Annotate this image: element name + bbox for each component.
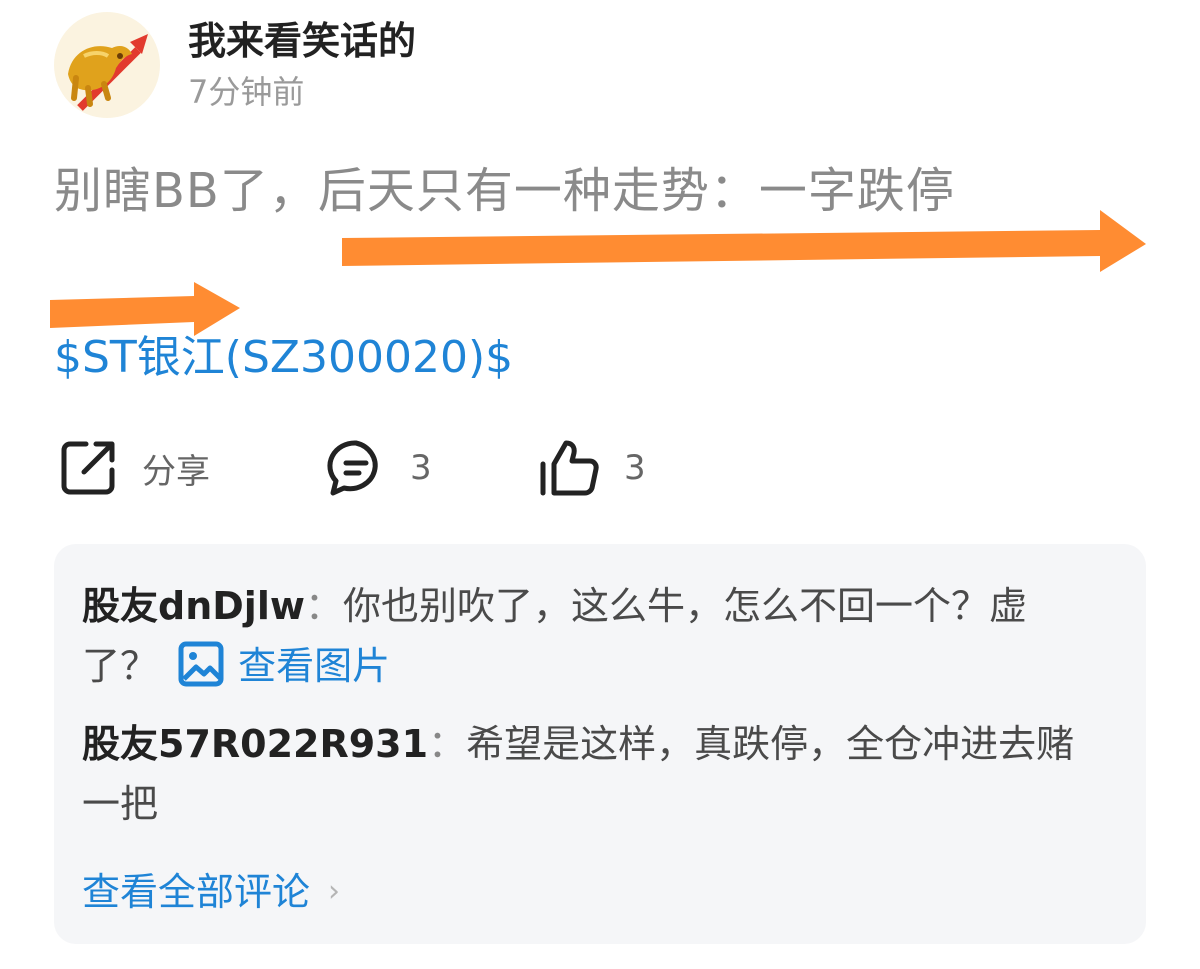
comment-author[interactable]: 股友57R022R931 [82, 722, 428, 766]
comment-author[interactable]: 股友dnDjlw [82, 584, 305, 628]
view-all-comments-label: 查看全部评论 [82, 870, 311, 914]
share-button[interactable]: 分享 [58, 436, 210, 500]
stock-tag-link[interactable]: $ST银江(SZ300020)$ [54, 326, 513, 390]
chevron-right-icon: › [328, 874, 341, 909]
comment-separator: ： [428, 722, 467, 766]
thumbs-up-icon [540, 440, 599, 496]
comment-count: 3 [410, 448, 432, 488]
avatar[interactable] [54, 12, 160, 118]
golden-bull-logo-icon [54, 12, 160, 118]
comment-button[interactable]: 3 [326, 436, 432, 500]
post-content: 别瞎BB了，后天只有一种走势：一字跌停 [54, 163, 955, 219]
view-image-label: 查看图片 [238, 644, 391, 688]
share-label: 分享 [142, 451, 210, 492]
post-timestamp: 7分钟前 [188, 73, 305, 111]
comment-bubble-icon [327, 440, 378, 496]
share-icon [61, 441, 115, 495]
like-count: 3 [624, 448, 646, 488]
post-author-name[interactable]: 我来看笑话的 [188, 16, 416, 66]
like-button[interactable]: 3 [538, 436, 646, 500]
comment-item[interactable]: 股友dnDjlw：你也别吹了，这么牛，怎么不回一个？虚了？ 查看图片 [82, 576, 1092, 696]
comment-item[interactable]: 股友57R022R931：希望是这样，真跌停，全仓冲进去赌一把 [82, 714, 1092, 834]
image-icon [178, 641, 224, 687]
view-all-comments-link[interactable]: 查看全部评论 › [82, 862, 340, 922]
comment-separator: ： [304, 584, 343, 628]
comments-preview: 股友dnDjlw：你也别吹了，这么牛，怎么不回一个？虚了？ 查看图片 股友57R… [54, 544, 1146, 944]
view-image-link[interactable]: 查看图片 [170, 641, 391, 688]
